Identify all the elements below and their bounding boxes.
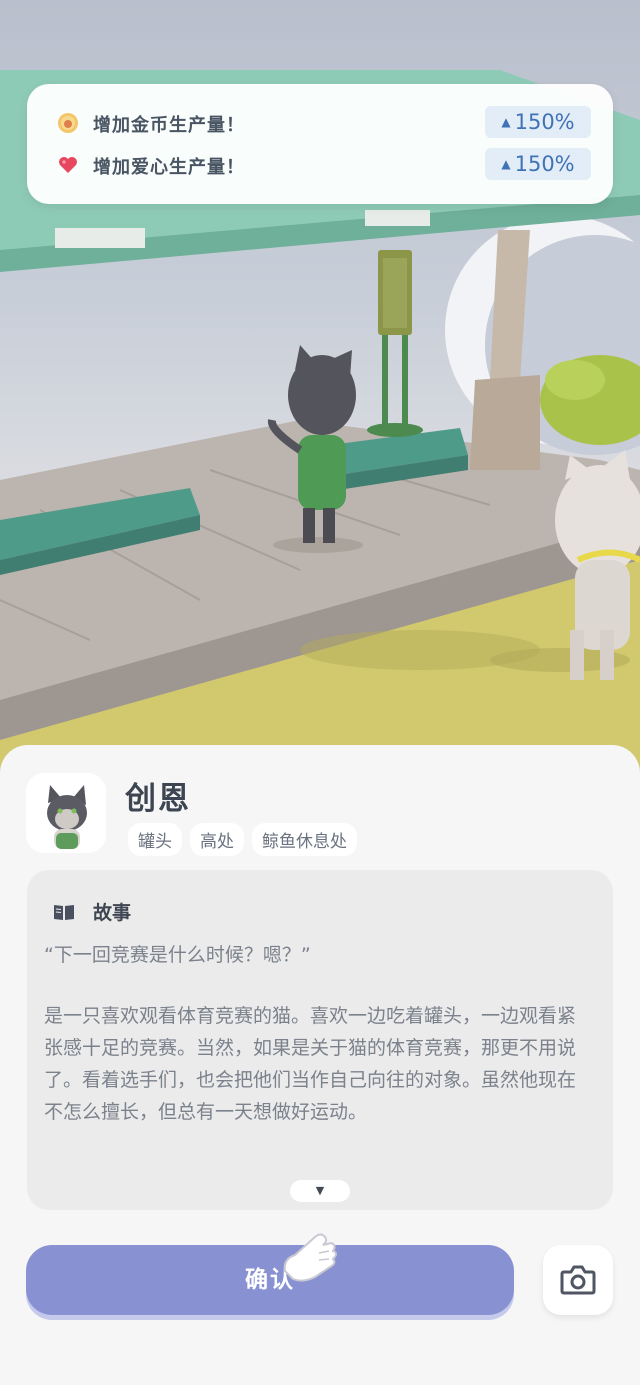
pointer-hand-icon xyxy=(283,1233,337,1282)
bonus-row-coin: 增加金币生产量！ ▲ 150% xyxy=(27,106,613,140)
story-body: 是一只喜欢观看体育竞赛的猫。喜欢一边吃着罐头，一边观看紧张感十足的竞赛。当然，如… xyxy=(44,1005,577,1123)
bonus-value: ▲ 150% xyxy=(485,106,591,138)
tag-favorite-spot: 鲸鱼休息处 xyxy=(252,823,357,856)
bonus-label: 增加金币生产量！ xyxy=(93,115,245,136)
cat-name: 创恩 xyxy=(125,781,191,817)
up-arrow-icon: ▲ xyxy=(501,115,511,129)
confirm-button[interactable]: 确认 xyxy=(26,1245,514,1315)
cat-info-sheet: 创恩 罐头 高处 鲸鱼休息处 故事 “下一回竞赛是什么时候？嗯？” 是一只喜欢观… xyxy=(0,745,640,1385)
coin-icon xyxy=(58,113,78,133)
cat-portrait xyxy=(47,785,87,849)
story-quote: “下一回竞赛是什么时候？嗯？” xyxy=(44,944,311,966)
bonus-value-text: 150% xyxy=(514,152,575,176)
cat-avatar xyxy=(26,773,106,853)
story-panel[interactable]: 故事 “下一回竞赛是什么时候？嗯？” 是一只喜欢观看体育竞赛的猫。喜欢一边吃着罐… xyxy=(27,870,613,1210)
tag-favorite-place: 高处 xyxy=(190,823,244,856)
heart-icon xyxy=(59,157,77,173)
cat-tags: 罐头 高处 鲸鱼休息处 xyxy=(128,823,357,856)
expand-story-button[interactable]: ▼ xyxy=(290,1180,350,1202)
bonus-value: ▲ 150% xyxy=(485,148,591,180)
story-header: 故事 xyxy=(53,898,131,925)
chevron-down-icon: ▼ xyxy=(315,1184,325,1197)
bonus-card: 增加金币生产量！ ▲ 150% 增加爱心生产量！ ▲ 150% xyxy=(27,84,613,204)
up-arrow-icon: ▲ xyxy=(501,157,511,171)
book-icon xyxy=(54,904,74,920)
camera-button[interactable] xyxy=(543,1245,613,1315)
bonus-value-text: 150% xyxy=(514,110,575,134)
story-title: 故事 xyxy=(93,902,132,924)
bonus-row-heart: 增加爱心生产量！ ▲ 150% xyxy=(27,148,613,182)
camera-icon xyxy=(560,1265,596,1295)
tag-favorite-food: 罐头 xyxy=(128,823,182,856)
bonus-label: 增加爱心生产量！ xyxy=(93,157,245,178)
